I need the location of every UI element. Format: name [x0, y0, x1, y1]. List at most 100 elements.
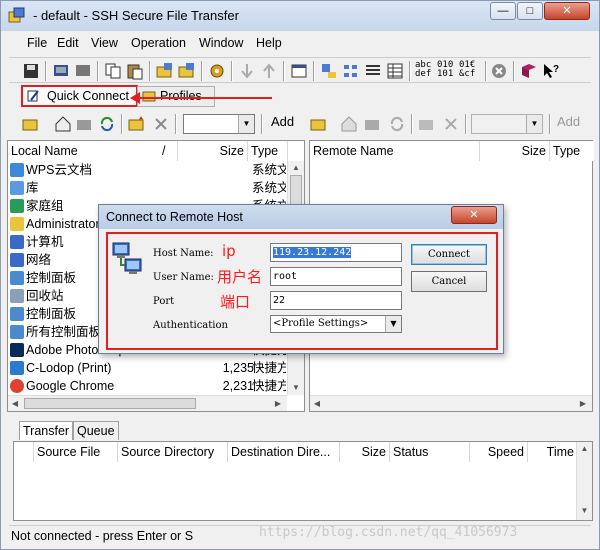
properties-icon[interactable] [289, 61, 309, 81]
scroll-right-icon[interactable]: ▶ [273, 399, 283, 408]
local-up-folder-icon[interactable] [21, 114, 41, 134]
remote-path-combo[interactable]: ▼ [471, 114, 543, 134]
transfer-size-header[interactable]: Size [340, 442, 390, 462]
destination-directory-header[interactable]: Destination Dire... [228, 442, 340, 462]
local-new-folder-icon[interactable] [127, 114, 147, 134]
local-home-icon[interactable] [53, 114, 73, 134]
auto-mode-button[interactable]: 01€ &cf [459, 61, 479, 79]
save-icon[interactable] [21, 61, 41, 81]
scroll-up-icon[interactable]: ▲ [288, 163, 304, 172]
remote-horizontal-scrollbar[interactable]: ◀ ▶ [310, 395, 592, 411]
port-input[interactable]: 22 [270, 291, 402, 310]
remote-name-header[interactable]: Remote Name [310, 141, 480, 161]
transfer-status-header[interactable]: Status [390, 442, 470, 462]
local-type-header[interactable]: Type [248, 141, 288, 161]
chevron-down-icon[interactable]: ▼ [385, 316, 401, 332]
scroll-right-icon[interactable]: ▶ [578, 399, 588, 408]
local-delete-icon[interactable] [151, 114, 171, 134]
large-icons-view-icon[interactable] [319, 61, 339, 81]
scroll-down-icon[interactable]: ▼ [288, 383, 304, 392]
source-directory-header[interactable]: Source Directory [118, 442, 228, 462]
remote-home-icon[interactable] [339, 114, 359, 134]
profiles-label: Profiles [160, 89, 202, 103]
upload-arrow-icon[interactable] [259, 61, 279, 81]
small-icons-view-icon[interactable] [341, 61, 361, 81]
new-folder-icon[interactable] [155, 61, 175, 81]
remote-type-header[interactable]: Type [550, 141, 594, 161]
file-name: 家庭组 [26, 199, 64, 213]
settings-icon[interactable] [207, 61, 227, 81]
local-folder-icon[interactable] [75, 114, 95, 134]
source-file-header[interactable]: Source File [34, 442, 118, 462]
list-item[interactable]: C-Lodop (Print) 1,235快捷方式 [8, 359, 298, 377]
user-name-input[interactable]: root [270, 267, 402, 286]
remote-size-header[interactable]: Size [480, 141, 550, 161]
connect-icon[interactable] [73, 61, 93, 81]
scroll-up-icon[interactable]: ▲ [577, 444, 592, 453]
menu-file[interactable]: File [27, 36, 47, 50]
menu-operation[interactable]: Operation [131, 36, 186, 50]
details-view-icon[interactable] [385, 61, 405, 81]
list-view-icon[interactable] [363, 61, 383, 81]
transfer-speed-header[interactable]: Speed [470, 442, 528, 462]
cancel-button[interactable]: Cancel [411, 271, 487, 292]
menu-view[interactable]: View [91, 36, 118, 50]
connect-button[interactable]: Connect [411, 244, 487, 265]
stop-icon[interactable] [489, 61, 509, 81]
local-refresh-icon[interactable] [97, 114, 117, 134]
tab-transfer[interactable]: Transfer [19, 421, 74, 440]
help-book-icon[interactable] [519, 61, 539, 81]
local-name-header[interactable]: Local Name / [8, 141, 178, 161]
remote-refresh-icon[interactable] [387, 114, 407, 134]
scroll-thumb[interactable] [24, 398, 196, 409]
toolbar-separator [465, 114, 467, 134]
user-name-label: User Name: [153, 272, 214, 283]
upload-folder-icon[interactable] [177, 61, 197, 81]
download-arrow-icon[interactable] [237, 61, 257, 81]
minimize-button[interactable]: — [490, 2, 516, 20]
host-name-input[interactable]: 119.23.12.242 [270, 243, 402, 262]
local-add-button[interactable]: Add [271, 114, 294, 129]
control-panel-icon [10, 325, 24, 339]
menu-help[interactable]: Help [256, 36, 282, 50]
scroll-left-icon[interactable]: ◀ [312, 399, 322, 408]
file-name: 控制面板 [26, 271, 77, 285]
toolbar-separator [201, 61, 203, 81]
authentication-select[interactable]: <Profile Settings> ▼ [270, 315, 402, 333]
copy-icon[interactable] [103, 61, 123, 81]
dialog-close-button[interactable]: ✕ [451, 206, 497, 224]
transfer-panel[interactable]: Source File Source Directory Destination… [13, 441, 593, 521]
quick-connect-button[interactable]: Quick Connect [21, 85, 138, 107]
context-help-icon[interactable]: ? [541, 61, 561, 81]
local-size-header[interactable]: Size [178, 141, 248, 161]
tab-queue[interactable]: Queue [73, 421, 119, 440]
remote-new-folder-icon[interactable] [417, 114, 437, 134]
remote-add-button[interactable]: Add [557, 114, 580, 129]
terminal-icon[interactable] [51, 61, 71, 81]
remote-delete-icon[interactable] [441, 114, 461, 134]
list-item[interactable]: WPS云文档 系统文件夹 [8, 161, 298, 179]
binary-mode-button[interactable]: 010 101 [437, 61, 457, 79]
homegroup-icon [10, 199, 24, 213]
local-horizontal-scrollbar[interactable]: ◀ ▶ [8, 395, 287, 411]
transfer-time-header[interactable]: Time [528, 442, 578, 462]
toolbar-separator [121, 114, 123, 134]
local-path-combo[interactable]: ▼ [183, 114, 255, 134]
list-item[interactable]: 库 系统文件夹 [8, 179, 298, 197]
network-computers-icon [112, 242, 142, 274]
chevron-down-icon[interactable]: ▼ [238, 115, 254, 133]
close-button[interactable]: ✕ [544, 2, 590, 20]
remote-up-folder-icon[interactable] [309, 114, 329, 134]
scroll-down-icon[interactable]: ▼ [577, 506, 592, 515]
menu-edit[interactable]: Edit [57, 36, 79, 50]
recycle-bin-icon [10, 289, 24, 303]
paste-icon[interactable] [125, 61, 145, 81]
remote-folder-icon[interactable] [363, 114, 383, 134]
chevron-down-icon[interactable]: ▼ [526, 115, 542, 133]
maximize-button[interactable]: □ [517, 2, 543, 20]
ascii-mode-button[interactable]: abc def [415, 61, 435, 79]
transfer-vertical-scrollbar[interactable]: ▲ ▼ [576, 442, 592, 520]
menu-window[interactable]: Window [199, 36, 243, 50]
scroll-left-icon[interactable]: ◀ [10, 399, 20, 408]
list-item[interactable]: Google Chrome 2,231快捷方式 [8, 377, 298, 395]
